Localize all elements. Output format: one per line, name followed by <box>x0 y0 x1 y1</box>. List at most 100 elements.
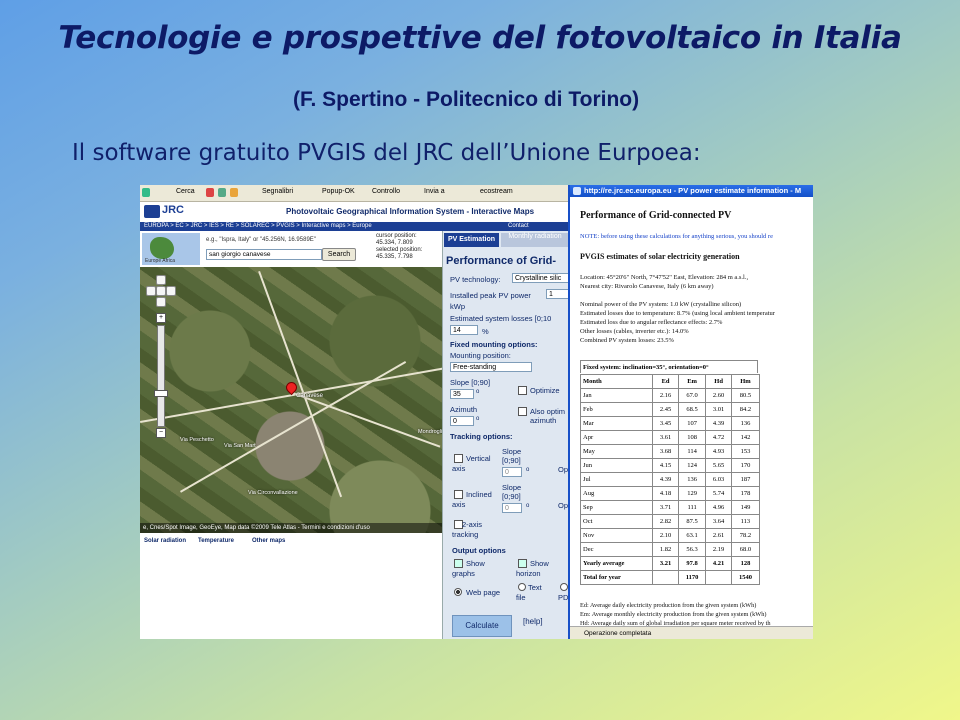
table-cell-value: 124 <box>677 458 707 473</box>
pan-down-button[interactable] <box>156 297 166 307</box>
col-ed: Ed <box>652 374 679 389</box>
optimize-slope-checkbox[interactable] <box>518 386 527 395</box>
table-cell-value: 56.3 <box>677 542 707 557</box>
table-row: Aug 4.18 129 5.74 178 <box>579 486 761 501</box>
nearest-city-line: Nearest city: Rivarolo Canavese, Italy (… <box>580 283 714 290</box>
table-cell-value: 87.5 <box>677 514 707 529</box>
table-row: Dec 1.82 56.3 2.19 68.0 <box>579 542 761 557</box>
table-cell-value: 3.71 <box>652 500 679 515</box>
mounting-position-label: Mounting position: <box>450 351 511 360</box>
azimuth-input[interactable]: 0 <box>450 416 474 426</box>
table-row: Mar 3.45 107 4.39 136 <box>579 416 761 431</box>
table-cell-value: 153 <box>730 444 761 459</box>
table-cell-label: Dec <box>579 542 654 557</box>
zoom-in-button[interactable]: + <box>156 313 166 323</box>
cursor-position-value: 45.334, 7.809 <box>376 240 413 246</box>
table-cell-label: Total for year <box>579 570 654 585</box>
table-cell-label: Feb <box>579 402 654 417</box>
table-cell-value: 67.0 <box>677 388 707 403</box>
table-cell-label: May <box>579 444 654 459</box>
show-graphs-label: Show graphs <box>452 559 485 578</box>
toolbar-check-button[interactable]: Controllo <box>372 188 400 195</box>
optimize-azimuth-checkbox[interactable] <box>518 407 527 416</box>
table-cell-value: 3.01 <box>705 402 732 417</box>
table-row: Oct 2.82 87.5 3.64 113 <box>579 514 761 529</box>
popup-title-text: http://re.jrc.ec.europa.eu - PV power es… <box>584 186 802 195</box>
pan-up-button[interactable] <box>156 275 166 285</box>
tab-pv-estimation[interactable]: PV Estimation <box>444 233 499 247</box>
table-row: Sep 3.71 111 4.96 149 <box>579 500 761 515</box>
tab-other-maps[interactable]: Other maps <box>252 538 285 544</box>
vertical-axis-label: Vertical axis <box>452 454 491 473</box>
text-file-label: Text file <box>516 583 542 602</box>
table-cell-value: 4.96 <box>705 500 732 515</box>
breadcrumb[interactable]: EUROPA > EC > JRC > IES > RE > SOLAREC >… <box>140 222 570 231</box>
table-cell-value: 68.5 <box>677 402 707 417</box>
results-title: Performance of Grid-connected PV <box>580 210 732 221</box>
cursor-position-readout: cursor position: 45.334, 7.809 selected … <box>376 233 442 261</box>
tracking-heading: Tracking options: <box>450 432 513 441</box>
pan-center-button[interactable] <box>156 286 166 296</box>
azimuth-degree: o <box>476 416 480 422</box>
jrc-logo: JRC <box>162 204 185 216</box>
loss-other-line: Other losses (cables, inverter etc.): 14… <box>580 328 689 335</box>
peak-power-input[interactable]: 1 <box>546 289 570 299</box>
help-link[interactable]: [help] <box>523 617 543 626</box>
zoom-slider-handle[interactable] <box>154 390 168 397</box>
toolbar-send-button[interactable]: Invia a <box>424 188 445 195</box>
table-cell-label: Aug <box>579 486 654 501</box>
slope-input[interactable]: 35 <box>450 389 474 399</box>
table-cell-value: 4.15 <box>652 458 679 473</box>
web-page-label: Web page <box>466 588 501 597</box>
pvgis-screenshot: Cerca Segnalibri Popup-OK Controllo Invi… <box>140 185 813 639</box>
toolbar-search-button[interactable]: Cerca <box>176 188 195 195</box>
calculate-button[interactable]: Calculate <box>452 615 512 637</box>
tab-monthly-radiation[interactable]: Monthly radiation <box>501 233 569 247</box>
map-town-label: Canavese <box>296 393 324 399</box>
block-icon <box>206 188 214 197</box>
tab-solar-radiation[interactable]: Solar radiation <box>144 538 186 544</box>
contact-link[interactable]: Contact <box>508 222 529 231</box>
zoom-out-button[interactable]: − <box>156 428 166 438</box>
pan-right-button[interactable] <box>166 286 176 296</box>
table-cell-value: 178 <box>730 486 761 501</box>
pan-left-button[interactable] <box>146 286 156 296</box>
page-icon <box>218 188 226 197</box>
popup-titlebar[interactable]: http://re.jrc.ec.europa.eu - PV power es… <box>570 185 813 197</box>
tab-temperature[interactable]: Temperature <box>198 538 234 544</box>
pv-technology-select[interactable]: Crystalline silic <box>512 273 570 283</box>
slide-title: Tecnologie e prospettive del fotovoltaic… <box>58 20 902 56</box>
table-cell-value: 129 <box>677 486 707 501</box>
table-row: Jun 4.15 124 5.65 170 <box>579 458 761 473</box>
mounting-position-select[interactable]: Free-standing <box>450 362 532 372</box>
table-cell-label: Mar <box>579 416 654 431</box>
table-cell-value: 78.2 <box>730 528 761 543</box>
site-title: Photovoltaic Geographical Information Sy… <box>286 207 535 216</box>
table-cell-value: 3.68 <box>652 444 679 459</box>
zoom-slider[interactable] <box>157 325 165 427</box>
pdf-radio[interactable] <box>560 583 568 591</box>
table-cell-value: 2.45 <box>652 402 679 417</box>
toolbar-bookmarks-button[interactable]: Segnalibri <box>262 188 293 195</box>
vertical-slope-label: Slope [0;90] <box>502 447 522 465</box>
search-button[interactable]: Search <box>322 248 356 261</box>
toolbar-ecostream-button[interactable]: ecostream <box>480 188 513 195</box>
table-cell-value: 136 <box>677 472 707 487</box>
system-losses-input[interactable]: 14 <box>450 325 478 335</box>
table-cell-value <box>652 570 679 585</box>
table-cell-value: 3.64 <box>705 514 732 529</box>
popup-status-bar: Operazione completata <box>570 626 813 639</box>
legend-em: Em: Average monthly electricity producti… <box>580 611 767 618</box>
table-cell-value: 4.93 <box>705 444 732 459</box>
map-pan-control[interactable] <box>146 275 176 309</box>
table-cell-value: 68.0 <box>730 542 761 557</box>
map-road <box>258 271 343 498</box>
inclined-slope-input[interactable]: 0 <box>502 503 522 513</box>
vertical-slope-input[interactable]: 0 <box>502 467 522 477</box>
map-attribution: e, Cnes/Spot Image, GeoEye, Map data ©20… <box>140 523 442 533</box>
popup-content: Performance of Grid-connected PV NOTE: b… <box>572 198 813 627</box>
table-cell-value: 170 <box>730 458 761 473</box>
toolbar-popup-button[interactable]: Popup-OK <box>322 188 355 195</box>
location-search-input[interactable]: san giorgio canavese <box>206 249 322 260</box>
web-page-radio[interactable] <box>454 588 462 596</box>
